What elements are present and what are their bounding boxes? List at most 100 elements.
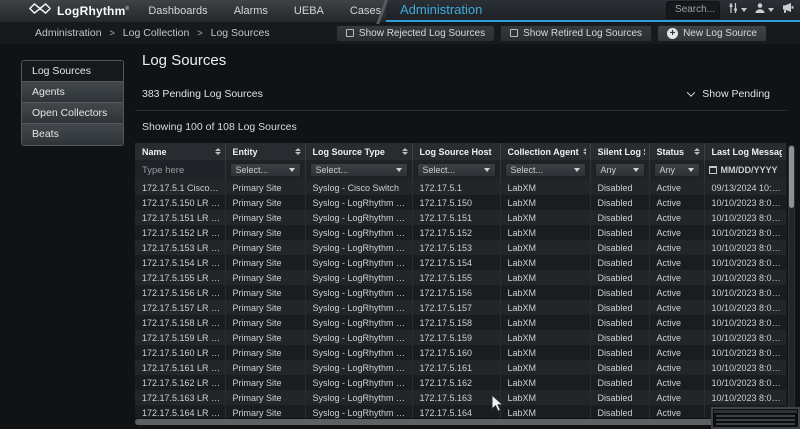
table-row[interactable]: 172.17.5.158 LR Sysl...Primary SiteSyslo… bbox=[135, 315, 786, 330]
cell-collection-agent: LabXM bbox=[500, 270, 590, 285]
checkbox-icon[interactable] bbox=[510, 29, 518, 37]
table-row[interactable]: 172.17.5.152 LR Sysl...Primary SiteSyslo… bbox=[135, 225, 786, 240]
column-header-entity[interactable]: Entity bbox=[225, 143, 305, 160]
sort-icon[interactable] bbox=[295, 148, 301, 155]
cell-log-source-host: 172.17.5.164 bbox=[412, 405, 500, 418]
cell-log-source-type: Syslog - LogRhythm Syslog Ge... bbox=[305, 390, 412, 405]
table-row[interactable]: 172.17.5.163 LR Sysl...Primary SiteSyslo… bbox=[135, 390, 786, 405]
sort-icon[interactable] bbox=[694, 148, 700, 155]
vertical-scrollbar[interactable] bbox=[788, 145, 795, 417]
column-header-log-source-type[interactable]: Log Source Type bbox=[305, 143, 412, 160]
breadcrumb-item-log-sources[interactable]: Log Sources bbox=[211, 27, 270, 39]
cell-log-source-type: Syslog - LogRhythm Syslog Ge... bbox=[305, 330, 412, 345]
table-row[interactable]: 172.17.5.160 LR Sysl...Primary SiteSyslo… bbox=[135, 345, 786, 360]
show-rejected-button[interactable]: Show Rejected Log Sources bbox=[336, 25, 495, 42]
sort-icon[interactable] bbox=[402, 148, 408, 155]
preferences-menu[interactable] bbox=[727, 1, 747, 19]
cell-log-source-host: 172.17.5.154 bbox=[412, 255, 500, 270]
table-row[interactable]: 172.17.5.164 LR Sysl...Primary SiteSyslo… bbox=[135, 405, 786, 418]
table-row[interactable]: 172.17.5.155 LR Sysl...Primary SiteSyslo… bbox=[135, 270, 786, 285]
cell-last-log-message: 09/13/2024 10:05 am bbox=[704, 180, 786, 195]
sort-down-arrow bbox=[694, 152, 700, 155]
horizontal-scrollbar-thumb[interactable] bbox=[135, 419, 763, 425]
new-log-source-button[interactable]: + New Log Source bbox=[657, 25, 767, 42]
chevron-down-icon bbox=[741, 8, 747, 12]
breadcrumb-item-administration[interactable]: Administration bbox=[35, 27, 102, 39]
table-row[interactable]: 172.17.5.1 Cisco Swit...Primary SiteSysl… bbox=[135, 180, 786, 195]
cell-name: 172.17.5.162 LR Sysl... bbox=[135, 375, 225, 390]
sort-icon[interactable] bbox=[215, 148, 221, 155]
nav-item-alarms[interactable]: Alarms bbox=[221, 0, 281, 22]
cell-collection-agent: LabXM bbox=[500, 240, 590, 255]
column-header-status[interactable]: Status bbox=[649, 143, 704, 160]
table-row[interactable]: 172.17.5.150 LR Sysl...Primary SiteSyslo… bbox=[135, 195, 786, 210]
breadcrumb-separator: > bbox=[110, 28, 115, 38]
top-navbar: LogRhythm® DashboardsAlarmsUEBACasesSear… bbox=[0, 0, 800, 22]
cell-last-log-message: 10/10/2023 8:03 am bbox=[704, 330, 786, 345]
horizontal-scrollbar[interactable] bbox=[135, 419, 787, 425]
table-row[interactable]: 172.17.5.154 LR Sysl...Primary SiteSyslo… bbox=[135, 255, 786, 270]
cell-entity: Primary Site bbox=[225, 240, 305, 255]
page-title: Log Sources bbox=[142, 52, 226, 69]
cell-silent-log-sources: Disabled bbox=[590, 330, 649, 345]
column-label: Last Log Message bbox=[712, 147, 783, 157]
calendar-icon bbox=[709, 166, 717, 174]
log-source-host-filter-select[interactable]: Select... bbox=[417, 163, 496, 177]
cell-status: Active bbox=[649, 315, 704, 330]
cell-silent-log-sources: Disabled bbox=[590, 360, 649, 375]
column-header-name[interactable]: Name bbox=[135, 143, 225, 160]
cell-name: 172.17.5.160 LR Sysl... bbox=[135, 345, 225, 360]
table-row[interactable]: 172.17.5.162 LR Sysl...Primary SiteSyslo… bbox=[135, 375, 786, 390]
status-filter-select[interactable]: Any bbox=[654, 163, 700, 177]
column-header-collection-agent[interactable]: Collection Agent bbox=[500, 143, 590, 160]
sort-icon[interactable] bbox=[583, 148, 586, 155]
column-header-silent-log-sources[interactable]: Silent Log S... bbox=[590, 143, 649, 160]
table-row[interactable]: 172.17.5.151 LR Sysl...Primary SiteSyslo… bbox=[135, 210, 786, 225]
silent-log-sources-filter-select[interactable]: Any bbox=[595, 163, 645, 177]
table-row[interactable]: 172.17.5.159 LR Sysl...Primary SiteSyslo… bbox=[135, 330, 786, 345]
checkbox-icon[interactable] bbox=[346, 29, 354, 37]
sidebar-item-open-collectors[interactable]: Open Collectors bbox=[22, 103, 123, 124]
table-row[interactable]: 172.17.5.157 LR Sysl...Primary SiteSyslo… bbox=[135, 300, 786, 315]
last-log-message-date-filter[interactable]: MM/DD/YYYY bbox=[709, 165, 783, 175]
log-sources-table: Name EntityLog Source TypeLog Source Host… bbox=[135, 143, 786, 418]
cell-entity: Primary Site bbox=[225, 255, 305, 270]
sidebar-item-agents[interactable]: Agents bbox=[22, 82, 123, 103]
column-label: Name bbox=[142, 147, 167, 157]
sidebar-item-beats[interactable]: Beats bbox=[22, 124, 123, 145]
table-row[interactable]: 172.17.5.156 LR Sysl...Primary SiteSyslo… bbox=[135, 285, 786, 300]
cell-entity: Primary Site bbox=[225, 360, 305, 375]
cell-silent-log-sources: Disabled bbox=[590, 255, 649, 270]
brand-name: LogRhythm® bbox=[57, 4, 129, 18]
breadcrumb: Administration>Log Collection>Log Source… bbox=[0, 27, 270, 39]
search-input[interactable]: Search... bbox=[666, 1, 720, 19]
sidebar-item-log-sources[interactable]: Log Sources bbox=[22, 61, 123, 82]
column-header-last-log-message[interactable]: Last Log Message bbox=[704, 143, 786, 160]
select-value: Select... bbox=[511, 165, 544, 175]
log-source-type-filter-select[interactable]: Select... bbox=[310, 163, 408, 177]
show-pending-toggle[interactable]: Show Pending bbox=[688, 88, 770, 100]
table-row[interactable]: 172.17.5.153 LR Sysl...Primary SiteSyslo… bbox=[135, 240, 786, 255]
entity-filter-select[interactable]: Select... bbox=[230, 163, 301, 177]
nav-item-ueba[interactable]: UEBA bbox=[281, 0, 337, 22]
select-value: Select... bbox=[236, 165, 269, 175]
filter-cell-collection-agent: Select... bbox=[500, 160, 590, 180]
cell-collection-agent: LabXM bbox=[500, 360, 590, 375]
cell-status: Active bbox=[649, 345, 704, 360]
nav-item-dashboards[interactable]: Dashboards bbox=[135, 0, 220, 22]
left-sidebar: Log SourcesAgentsOpen CollectorsBeats bbox=[21, 60, 124, 146]
megaphone-icon[interactable] bbox=[781, 1, 794, 19]
sort-down-arrow bbox=[215, 152, 221, 155]
name-filter-input[interactable]: Type here bbox=[139, 165, 221, 176]
cell-silent-log-sources: Disabled bbox=[590, 345, 649, 360]
user-menu[interactable] bbox=[754, 1, 774, 19]
collection-agent-filter-select[interactable]: Select... bbox=[505, 163, 586, 177]
cell-log-source-type: Syslog - LogRhythm Syslog Ge... bbox=[305, 300, 412, 315]
table-row[interactable]: 172.17.5.161 LR Sysl...Primary SiteSyslo… bbox=[135, 360, 786, 375]
showing-summary: Showing 100 of 108 Log Sources bbox=[142, 121, 297, 133]
column-header-log-source-host[interactable]: Log Source Host bbox=[412, 143, 500, 160]
show-retired-button[interactable]: Show Retired Log Sources bbox=[500, 25, 652, 42]
breadcrumb-item-log-collection[interactable]: Log Collection bbox=[123, 27, 190, 39]
vertical-scrollbar-thumb[interactable] bbox=[789, 146, 794, 208]
cell-log-source-host: 172.17.5.150 bbox=[412, 195, 500, 210]
